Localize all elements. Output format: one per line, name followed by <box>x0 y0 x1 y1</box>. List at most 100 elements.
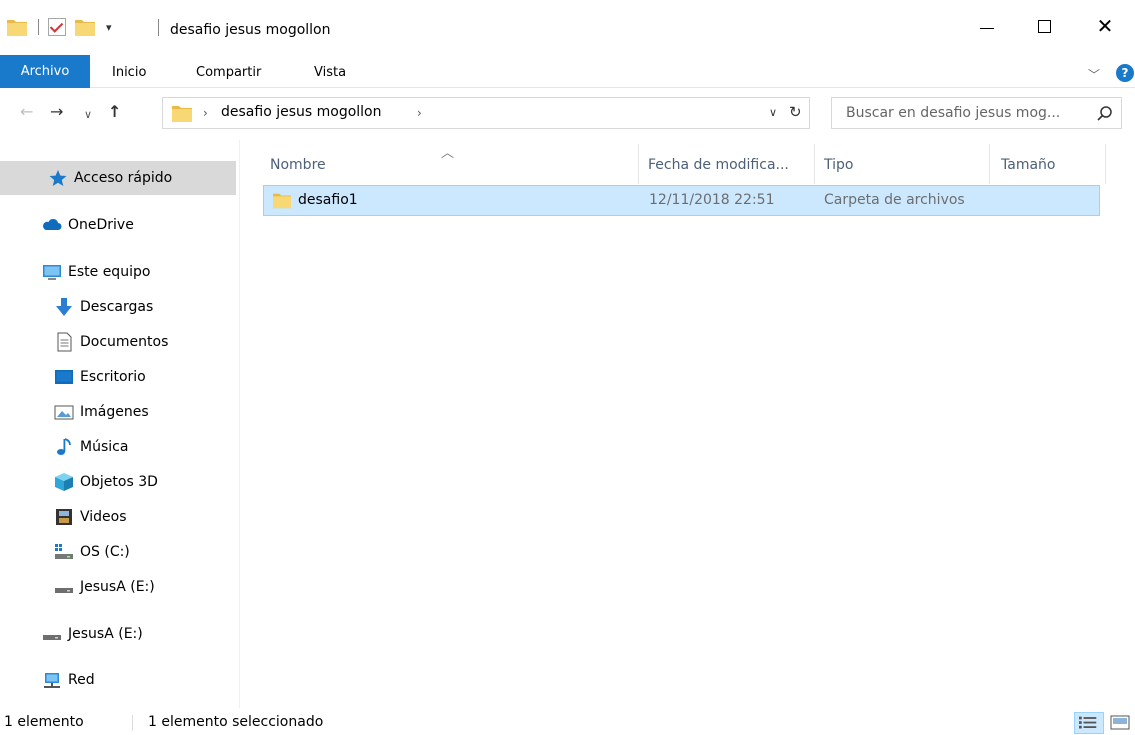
sidebar-item-label: JesusA (E:) <box>68 626 143 642</box>
pictures-icon <box>54 402 74 422</box>
drive-icon <box>54 577 74 597</box>
column-divider[interactable] <box>1105 144 1106 184</box>
recent-locations-chevron-icon[interactable]: ∨ <box>84 109 92 120</box>
maximize-icon <box>1037 19 1051 33</box>
windows-drive-icon <box>54 542 74 562</box>
back-arrow-icon[interactable]: ← <box>20 104 33 120</box>
file-date-modified: 12/11/2018 22:51 <box>649 192 775 208</box>
music-note-icon <box>54 437 74 457</box>
quick-access-toolbar: ▾ <box>6 14 116 40</box>
sidebar-item-jesusa-drive[interactable]: JesusA (E:) <box>42 617 143 651</box>
sidebar-item-descargas[interactable]: Descargas <box>54 290 153 324</box>
folder-icon[interactable] <box>6 17 28 37</box>
sidebar-item-escritorio[interactable]: Escritorio <box>54 360 146 394</box>
film-strip-icon <box>54 507 74 527</box>
sidebar-item-objetos-3d[interactable]: Objetos 3D <box>54 465 158 499</box>
breadcrumb-chevron-icon[interactable]: › <box>417 106 422 120</box>
address-history-dropdown-icon[interactable]: ∨ <box>769 106 777 119</box>
network-icon <box>42 670 62 690</box>
sidebar-item-label: Imágenes <box>80 404 149 420</box>
computer-icon <box>42 262 62 282</box>
sidebar-item-label: Red <box>68 672 95 688</box>
sort-ascending-caret-icon: ︿ <box>441 146 455 161</box>
title-divider <box>158 19 159 36</box>
minimize-icon <box>980 27 994 29</box>
download-arrow-icon <box>54 297 74 317</box>
sidebar-item-red[interactable]: Red <box>42 663 95 697</box>
drive-icon <box>42 624 62 644</box>
breadcrumb-current-folder[interactable]: desafio jesus mogollon <box>221 104 382 120</box>
tab-compartir[interactable]: Compartir <box>196 62 261 88</box>
file-name: desafio1 <box>298 192 358 208</box>
address-bar[interactable]: › desafio jesus mogollon › ∨ ↻ <box>162 97 810 129</box>
cloud-icon <box>42 215 62 235</box>
close-button[interactable]: ✕ <box>1075 0 1135 52</box>
sidebar-item-label: Escritorio <box>80 369 146 385</box>
file-list: ︿ Nombre Fecha de modifica... Tipo Tamañ… <box>241 140 1135 708</box>
document-icon <box>54 332 74 352</box>
large-icons-view-icon <box>1110 715 1130 730</box>
sidebar-item-label: Objetos 3D <box>80 474 158 490</box>
minimize-button[interactable] <box>957 0 1017 52</box>
maximize-button[interactable] <box>1014 0 1074 52</box>
column-header-fecha[interactable]: Fecha de modifica... <box>648 148 789 182</box>
sidebar-item-label: Descargas <box>80 299 154 315</box>
tab-archivo[interactable]: Archivo <box>0 55 90 88</box>
details-view-button[interactable] <box>1074 712 1104 734</box>
toolbar-divider <box>38 19 39 35</box>
tab-vista[interactable]: Vista <box>314 62 346 88</box>
ribbon-tabs: Archivo Inicio Compartir Vista ﹀ ? <box>0 52 1135 88</box>
column-header-tipo[interactable]: Tipo <box>824 148 853 182</box>
properties-icon[interactable] <box>48 18 66 36</box>
sidebar-item-this-pc[interactable]: Este equipo <box>42 255 150 289</box>
status-divider <box>132 715 133 731</box>
file-row[interactable]: desafio1 12/11/2018 22:51 Carpeta de arc… <box>263 185 1100 216</box>
column-header-tamano[interactable]: Tamaño <box>1001 148 1055 182</box>
forward-arrow-icon[interactable]: → <box>50 104 63 120</box>
sidebar-item-label: OS (C:) <box>80 544 130 560</box>
title-bar: ▾ desafio jesus mogollon ✕ <box>0 0 1135 52</box>
cube-3d-icon <box>54 472 74 492</box>
column-divider[interactable] <box>814 144 815 184</box>
sidebar-item-label: Acceso rápido <box>74 170 173 186</box>
sidebar-item-label: JesusA (E:) <box>80 579 155 595</box>
sidebar-item-onedrive[interactable]: OneDrive <box>42 208 134 242</box>
sidebar-item-videos[interactable]: Videos <box>54 500 127 534</box>
up-arrow-icon[interactable]: ↑ <box>108 104 121 120</box>
sidebar-item-jesusa-e[interactable]: JesusA (E:) <box>54 570 155 604</box>
refresh-icon[interactable]: ↻ <box>789 103 802 121</box>
desktop-icon <box>54 367 74 387</box>
sidebar-item-label: OneDrive <box>68 217 134 233</box>
star-icon <box>48 168 68 188</box>
column-header-nombre[interactable]: Nombre <box>270 148 326 182</box>
navigation-pane: Acceso rápido OneDrive Este equipo Desca… <box>0 140 240 708</box>
navigation-bar: ← → ∨ ↑ › desafio jesus mogollon › ∨ ↻ B… <box>0 88 1135 140</box>
folder-icon <box>172 106 192 122</box>
search-input[interactable]: Buscar en desafio jesus mog... <box>846 105 1060 121</box>
column-divider[interactable] <box>638 144 639 184</box>
status-bar: 1 elemento 1 elemento seleccionado <box>0 708 1135 735</box>
large-icons-view-button[interactable] <box>1108 712 1132 734</box>
breadcrumb-chevron-icon[interactable]: › <box>203 106 208 120</box>
sidebar-item-os-c[interactable]: OS (C:) <box>54 535 130 569</box>
selection-count: 1 elemento seleccionado <box>148 714 324 730</box>
search-box[interactable]: Buscar en desafio jesus mog... <box>831 97 1122 129</box>
new-folder-icon[interactable] <box>74 17 96 37</box>
sidebar-item-label: Música <box>80 439 129 455</box>
sidebar-item-label: Documentos <box>80 334 169 350</box>
sidebar-item-imagenes[interactable]: Imágenes <box>54 395 149 429</box>
search-icon[interactable] <box>1096 105 1114 123</box>
sidebar-item-label: Videos <box>80 509 127 525</box>
column-divider[interactable] <box>989 144 990 184</box>
expand-ribbon-chevron-icon[interactable]: ﹀ <box>1088 66 1100 83</box>
sidebar-item-musica[interactable]: Música <box>54 430 128 464</box>
folder-icon <box>273 193 291 209</box>
tab-inicio[interactable]: Inicio <box>112 62 146 88</box>
file-type: Carpeta de archivos <box>824 192 965 208</box>
details-view-icon <box>1079 716 1097 729</box>
item-count: 1 elemento <box>4 714 84 730</box>
help-icon[interactable]: ? <box>1116 64 1134 82</box>
sidebar-item-documentos[interactable]: Documentos <box>54 325 168 359</box>
sidebar-item-quick-access[interactable]: Acceso rápido <box>0 161 236 195</box>
customize-toolbar-dropdown-icon[interactable]: ▾ <box>106 21 116 34</box>
